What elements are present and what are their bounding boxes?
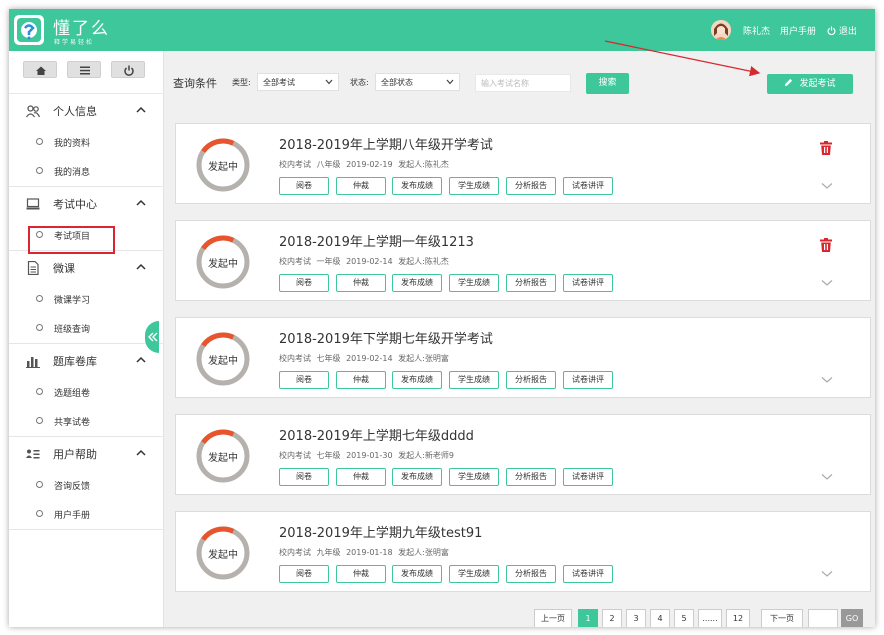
app-window: 懂了么 释学易轻松 陈礼杰 用户手册 退出 个人信息 我的资料 我的消息 考试中… xyxy=(9,9,875,627)
annotation-arrow xyxy=(604,40,761,77)
